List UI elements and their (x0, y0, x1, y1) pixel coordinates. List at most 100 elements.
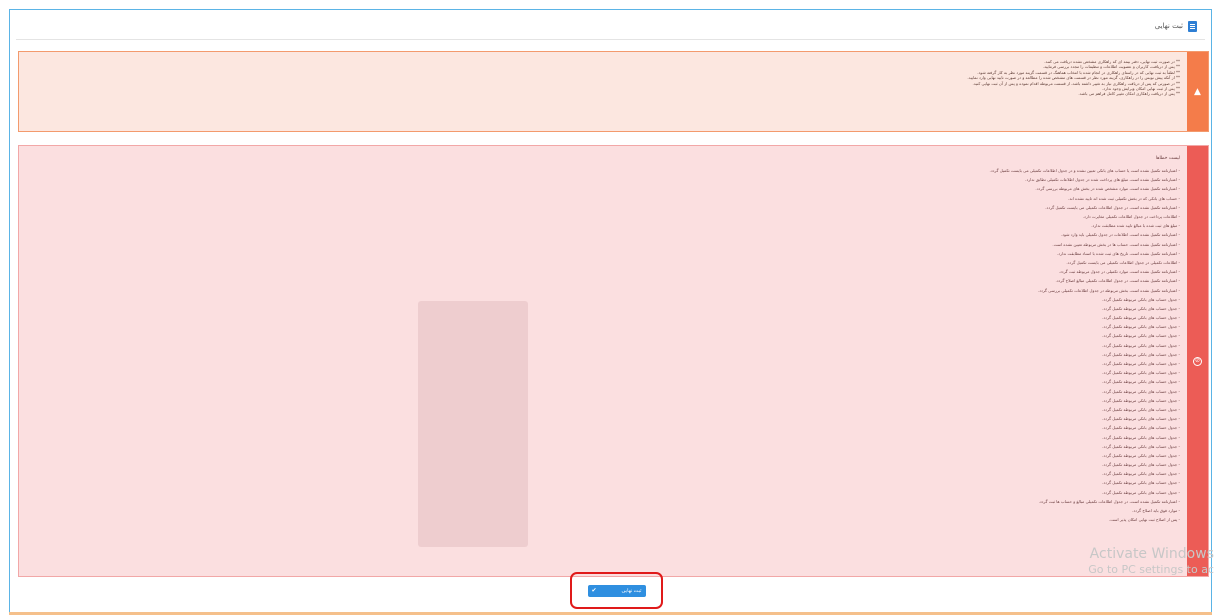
error-line-text: - جدول حساب های بانکی مربوطه تکمیل گردد. (1102, 397, 1180, 403)
error-line-text: - جدول حساب های بانکی مربوطه تکمیل گردد. (1102, 315, 1180, 321)
error-line: - پس از اصلاح ثبت نهایی امکان پذیر است. (33, 515, 1180, 524)
error-line-text: - جدول حساب های بانکی مربوطه تکمیل گردد. (1102, 370, 1180, 376)
error-line-text: - اطلاعات تکمیلی در جدول اطلاعات تکمیلی … (1066, 259, 1180, 265)
error-line: - اعتبارنامه تکمیل نشده است، موارد تکمیل… (33, 267, 1180, 276)
error-line-text: - جدول حساب های بانکی مربوطه تکمیل گردد. (1102, 324, 1180, 330)
warning-lines: ** در صورت ثبت نهایی، دفتر بیمه ای که را… (27, 59, 1180, 97)
error-line: - اطلاعات پرداخت در جدول اطلاعات تکمیلی … (33, 212, 1180, 221)
error-line: - جدول حساب های بانکی مربوطه تکمیل گردد. (33, 396, 1180, 405)
final-submit-button[interactable]: ثبت نهایی ✔ (587, 584, 646, 597)
error-line: - موارد فوق باید اصلاح گردد. (33, 506, 1180, 515)
error-line-text: - جدول حساب های بانکی مربوطه تکمیل گردد. (1102, 296, 1180, 302)
error-line: - اعتبارنامه تکمیل نشده است، در جدول اطل… (33, 203, 1180, 212)
page-title: ثبت نهایی (1154, 22, 1183, 30)
error-line-text: - اعتبارنامه تکمیل نشده است، در جدول اطل… (1038, 498, 1180, 504)
error-line: - جدول حساب های بانکی مربوطه تکمیل گردد. (33, 423, 1180, 432)
error-line: - جدول حساب های بانکی مربوطه تکمیل گردد. (33, 414, 1180, 423)
error-line: - جدول حساب های بانکی مربوطه تکمیل گردد. (33, 387, 1180, 396)
watermark-line1: Activate Windows (1089, 546, 1214, 562)
error-line: - جدول حساب های بانکی مربوطه تکمیل گردد. (33, 368, 1180, 377)
error-line-text: - اعتبارنامه تکمیل نشده است، موارد تکمیل… (1058, 269, 1180, 275)
chevron-up-icon: ▲ (1194, 86, 1201, 97)
error-line: - اعتبارنامه تکمیل نشده است، موارد مشخص … (33, 184, 1180, 193)
error-line-text: - جدول حساب های بانکی مربوطه تکمیل گردد. (1102, 388, 1180, 394)
error-line: - جدول حساب های بانکی مربوطه تکمیل گردد. (33, 451, 1180, 460)
watermark-line2: Go to PC settings to ac (1088, 563, 1214, 576)
header-divider (16, 39, 1205, 40)
error-line-text: - جدول حساب های بانکی مربوطه تکمیل گردد. (1102, 351, 1180, 357)
error-line-text: - جدول حساب های بانکی مربوطه تکمیل گردد. (1102, 361, 1180, 367)
error-line: - جدول حساب های بانکی مربوطه تکمیل گردد. (33, 478, 1180, 487)
error-line-text: - جدول حساب های بانکی مربوطه تکمیل گردد. (1102, 342, 1180, 348)
error-line-text: - جدول حساب های بانکی مربوطه تکمیل گردد. (1102, 333, 1180, 339)
error-line: - جدول حساب های بانکی مربوطه تکمیل گردد. (33, 295, 1180, 304)
error-line-text: - جدول حساب های بانکی مربوطه تکمیل گردد. (1102, 452, 1180, 458)
error-line-text: - جدول حساب های بانکی مربوطه تکمیل گردد. (1102, 425, 1180, 431)
error-line: - جدول حساب های بانکی مربوطه تکمیل گردد. (33, 460, 1180, 469)
error-line: - اعتبارنامه تکمیل نشده است، بخش مربوطه … (33, 285, 1180, 294)
error-line: - جدول حساب های بانکی مربوطه تکمیل گردد. (33, 377, 1180, 386)
error-line-text: - اعتبارنامه تکمیل نشده است، موارد مشخص … (1035, 186, 1180, 192)
error-line-text: - اطلاعات پرداخت در جدول اطلاعات تکمیلی … (1082, 214, 1180, 220)
error-line-text: - جدول حساب های بانکی مربوطه تکمیل گردد. (1102, 305, 1180, 311)
error-line: - مبلغ های ثبت شده با مبالغ تایید شده مط… (33, 221, 1180, 230)
error-line: - اطلاعات تکمیلی در جدول اطلاعات تکمیلی … (33, 258, 1180, 267)
error-line-text: - اعتبارنامه تکمیل نشده است، اطلاعات در … (1061, 232, 1180, 238)
error-line: - جدول حساب های بانکی مربوطه تکمیل گردد. (33, 469, 1180, 478)
error-line: - جدول حساب های بانکی مربوطه تکمیل گردد. (33, 313, 1180, 322)
error-lines: - اعتبارنامه تکمیل نشده است یا حساب های … (33, 166, 1180, 524)
error-line-text: - اعتبارنامه تکمیل نشده است، در جدول اطل… (1055, 278, 1180, 284)
error-line: - جدول حساب های بانکی مربوطه تکمیل گردد. (33, 488, 1180, 497)
error-line: - جدول حساب های بانکی مربوطه تکمیل گردد. (33, 322, 1180, 331)
error-line: - جدول حساب های بانکی مربوطه تکمیل گردد. (33, 341, 1180, 350)
error-line-text: - مبلغ های ثبت شده با مبالغ تایید شده مط… (1091, 223, 1180, 229)
warning-alert: ▲ ** در صورت ثبت نهایی، دفتر بیمه ای که … (18, 51, 1209, 132)
error-line-text: - پس از اصلاح ثبت نهایی امکان پذیر است. (1108, 517, 1180, 523)
error-line-text: - اعتبارنامه تکمیل نشده است، بخش مربوطه … (1037, 287, 1180, 293)
warning-line: ** پس از دریافت راهکاری امکان تغییر کامل… (1078, 91, 1180, 97)
error-line: - اعتبارنامه تکمیل نشده است، در جدول اطل… (33, 497, 1180, 506)
document-icon (1188, 20, 1197, 32)
error-line-text: - جدول حساب های بانکی مربوطه تکمیل گردد. (1102, 443, 1180, 449)
warning-collapse-toggle[interactable]: ▲ (1187, 52, 1208, 131)
error-line-text: - اعتبارنامه تکمیل نشده است، تاریخ های ث… (1056, 250, 1180, 256)
error-line: - جدول حساب های بانکی مربوطه تکمیل گردد. (33, 331, 1180, 340)
error-line: - اعتبارنامه تکمیل نشده است، در جدول اطل… (33, 276, 1180, 285)
error-line-text: - جدول حساب های بانکی مربوطه تکمیل گردد. (1102, 416, 1180, 422)
error-line: - حساب های بانکی که در بخش تکمیلی ثبت شد… (33, 194, 1180, 203)
error-line-text: - اعتبارنامه تکمیل نشده است، مبلغ های پر… (1025, 177, 1180, 183)
error-alert-side: ⊘ (1187, 146, 1208, 576)
error-line-text: - جدول حساب های بانکی مربوطه تکمیل گردد. (1102, 489, 1180, 495)
error-alert: ⊘ لیست خطاها - اعتبارنامه تکمیل نشده است… (18, 145, 1209, 577)
panel-header: ثبت نهایی (1155, 16, 1197, 36)
main-panel: ثبت نهایی ▲ ** در صورت ثبت نهایی، دفتر ب… (9, 9, 1212, 615)
error-line: - جدول حساب های بانکی مربوطه تکمیل گردد. (33, 442, 1180, 451)
error-line: - جدول حساب های بانکی مربوطه تکمیل گردد. (33, 359, 1180, 368)
error-line: - جدول حساب های بانکی مربوطه تکمیل گردد. (33, 432, 1180, 441)
submit-highlight: ثبت نهایی ✔ (570, 572, 663, 609)
submit-label: ثبت نهایی (621, 587, 642, 594)
error-line: - اعتبارنامه تکمیل نشده است، اطلاعات در … (33, 230, 1180, 239)
error-line-text: - اعتبارنامه تکمیل نشده است یا حساب های … (989, 168, 1180, 174)
error-line-text: - جدول حساب های بانکی مربوطه تکمیل گردد. (1102, 406, 1180, 412)
error-line-text: - اعتبارنامه تکمیل نشده است، حساب ها در … (1052, 241, 1180, 247)
redacted-block (418, 301, 528, 547)
error-line: - اعتبارنامه تکمیل نشده است، حساب ها در … (33, 240, 1180, 249)
error-circle-icon: ⊘ (1193, 356, 1202, 366)
error-line-text: - جدول حساب های بانکی مربوطه تکمیل گردد. (1102, 480, 1180, 486)
error-line: - اعتبارنامه تکمیل نشده است یا حساب های … (33, 166, 1180, 175)
error-line: - جدول حساب های بانکی مربوطه تکمیل گردد. (33, 304, 1180, 313)
error-line-text: - جدول حساب های بانکی مربوطه تکمیل گردد. (1102, 379, 1180, 385)
error-line-text: - جدول حساب های بانکی مربوطه تکمیل گردد. (1102, 434, 1180, 440)
error-line-text: - حساب های بانکی که در بخش تکمیلی ثبت شد… (1068, 195, 1180, 201)
windows-activation-watermark: Activate Windows Go to PC settings to ac (1088, 547, 1214, 577)
error-line: - اعتبارنامه تکمیل نشده است، مبلغ های پر… (33, 175, 1180, 184)
error-line-text: - موارد فوق باید اصلاح گردد. (1132, 508, 1180, 514)
error-line-text: - جدول حساب های بانکی مربوطه تکمیل گردد. (1102, 462, 1180, 468)
error-line: - جدول حساب های بانکی مربوطه تکمیل گردد. (33, 350, 1180, 359)
error-list-title: لیست خطاها (1155, 156, 1180, 161)
error-line-text: - اعتبارنامه تکمیل نشده است، در جدول اطل… (1045, 204, 1180, 210)
check-icon: ✔ (591, 587, 597, 594)
error-line: - جدول حساب های بانکی مربوطه تکمیل گردد. (33, 405, 1180, 414)
error-line: - اعتبارنامه تکمیل نشده است، تاریخ های ث… (33, 249, 1180, 258)
